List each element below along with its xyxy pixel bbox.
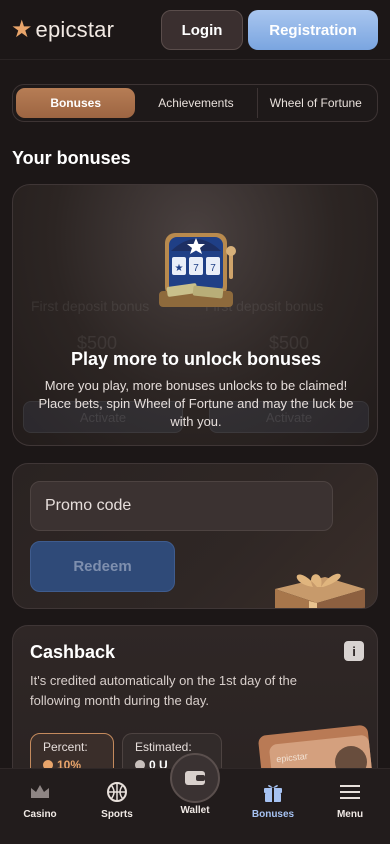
locked-bonuses-card: First deposit bonus First deposit bonus … xyxy=(12,184,378,446)
wallet-icon xyxy=(185,771,205,785)
percent-label: Percent: xyxy=(43,740,88,754)
slot-machine-icon: ★ 7 7 xyxy=(159,233,236,307)
estimated-label: Estimated: xyxy=(135,740,192,754)
cashback-description: It's credited automatically on the 1st d… xyxy=(30,673,297,708)
basketball-icon xyxy=(86,779,148,805)
logo[interactable]: ★ epicstar xyxy=(11,17,114,43)
wallet-button[interactable] xyxy=(170,753,220,803)
nav-casino-label: Casino xyxy=(23,809,57,820)
tab-bonuses[interactable]: Bonuses xyxy=(16,88,136,118)
svg-text:7: 7 xyxy=(193,263,199,274)
nav-bonuses[interactable]: Bonuses xyxy=(242,779,304,820)
svg-text:7: 7 xyxy=(210,263,216,274)
ghost-bonus-title: First deposit bonus xyxy=(31,298,150,314)
nav-wallet[interactable]: Wallet xyxy=(164,805,226,816)
bottom-nav: Casino Sports Wallet Bonuses Menu xyxy=(0,753,390,844)
star-icon: ★ xyxy=(11,15,33,43)
section-title: Your bonuses xyxy=(12,148,131,168)
nav-bonuses-label: Bonuses xyxy=(251,809,295,820)
redeem-button[interactable]: Redeem xyxy=(30,541,175,592)
nav-sports[interactable]: Sports xyxy=(86,779,148,820)
nav-menu-label: Menu xyxy=(336,809,364,820)
cashback-title: Cashback xyxy=(30,642,116,662)
gift-icon xyxy=(242,779,304,805)
header: ★ epicstar Login Registration xyxy=(0,0,390,60)
promo-code-card: Promo code Redeem xyxy=(12,463,378,609)
login-button[interactable]: Login xyxy=(161,10,243,50)
unlock-headline: Play more to unlock bonuses xyxy=(70,349,322,369)
unlock-description: More you play, more bonuses unlocks to b… xyxy=(38,378,354,429)
tab-achievements[interactable]: Achievements xyxy=(135,88,256,118)
info-icon[interactable]: i xyxy=(344,641,364,661)
nav-menu[interactable]: Menu xyxy=(319,779,381,820)
svg-text:★: ★ xyxy=(175,263,184,274)
nav-sports-label: Sports xyxy=(101,809,133,820)
crown-icon xyxy=(9,779,71,805)
promo-code-input[interactable]: Promo code xyxy=(30,481,333,531)
bonus-tabs: Bonuses Achievements Wheel of Fortune xyxy=(12,84,378,122)
logo-text: epicstar xyxy=(35,16,115,42)
nav-wallet-label: Wallet xyxy=(180,805,210,816)
registration-button[interactable]: Registration xyxy=(248,10,378,50)
tab-wheel-of-fortune[interactable]: Wheel of Fortune xyxy=(256,88,374,118)
gift-box-icon xyxy=(275,573,365,608)
nav-casino[interactable]: Casino xyxy=(9,779,71,820)
menu-icon xyxy=(319,779,381,805)
